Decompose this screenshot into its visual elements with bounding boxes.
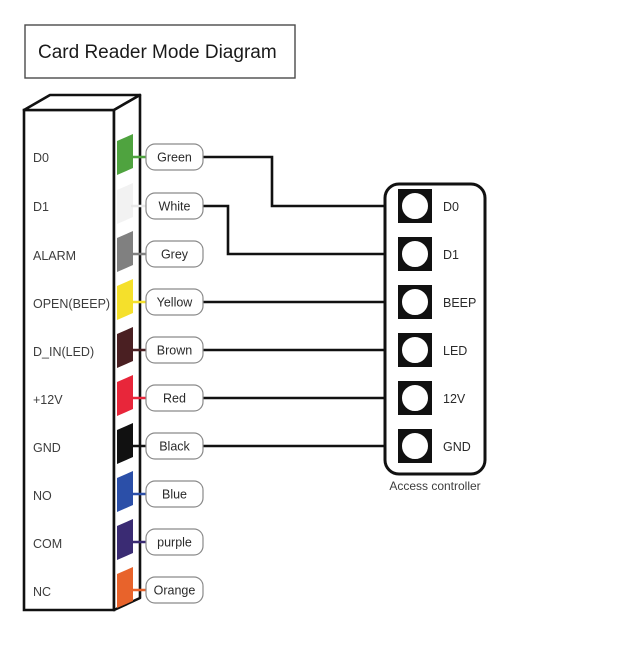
pin-label-d0: D0 — [33, 151, 49, 165]
pin-label-gnd: GND — [33, 441, 61, 455]
pill-label-green: Green — [157, 151, 192, 165]
access-controller-caption: Access controller — [389, 479, 480, 493]
pill-blue[interactable]: Blue — [145, 480, 204, 508]
pin-label-d-in-led: D_IN(LED) — [33, 345, 94, 359]
pin-label-alarm: ALARM — [33, 249, 76, 263]
wire-color-pills: Green White Grey Yellow Brown Red Black … — [145, 143, 204, 604]
terminal-label-d1: D1 — [443, 248, 459, 262]
terminal-label-d0: D0 — [443, 200, 459, 214]
wire-swatch-green — [117, 134, 133, 175]
pill-label-blue: Blue — [162, 488, 187, 502]
pill-orange[interactable]: Orange — [145, 576, 204, 604]
wire-swatch-white — [117, 183, 133, 224]
pill-yellow[interactable]: Yellow — [145, 288, 204, 316]
pill-brown[interactable]: Brown — [145, 336, 204, 364]
terminal-label-12v: 12V — [443, 392, 466, 406]
pin-label-com: COM — [33, 537, 62, 551]
pill-black[interactable]: Black — [145, 432, 204, 460]
pin-label-no: NO — [33, 489, 52, 503]
wire-swatch-blue — [117, 471, 133, 512]
pill-green[interactable]: Green — [145, 143, 204, 171]
terminal-label-beep: BEEP — [443, 296, 476, 310]
page-title: Card Reader Mode Diagram — [38, 42, 277, 63]
connection-wires — [202, 155, 386, 448]
pill-purple[interactable]: purple — [145, 528, 204, 556]
pill-label-grey: Grey — [161, 248, 189, 262]
pin-label-d1: D1 — [33, 200, 49, 214]
wire-swatch-orange — [117, 567, 133, 608]
wire-swatch-black — [117, 423, 133, 464]
wire-swatch-red — [117, 375, 133, 416]
diagram-canvas: Card Reader Mode Diagram D0 D1 ALARM OPE… — [0, 0, 643, 658]
pill-red[interactable]: Red — [145, 384, 204, 412]
pill-label-purple: purple — [157, 536, 192, 550]
pin-label-12v: +12V — [33, 393, 63, 407]
wire-white-to-d1 — [202, 204, 386, 256]
pill-white[interactable]: White — [145, 192, 204, 220]
terminal-label-gnd: GND — [443, 440, 471, 454]
pill-label-brown: Brown — [157, 344, 192, 358]
wire-swatch-grey — [117, 231, 133, 272]
pin-label-open-beep: OPEN(BEEP) — [33, 297, 110, 311]
pill-label-white: White — [159, 200, 191, 214]
wire-swatch-yellow — [117, 279, 133, 320]
access-controller: D0 D1 BEEP LED 12V GND Access controller — [383, 182, 487, 493]
pin-label-nc: NC — [33, 585, 51, 599]
pill-label-red: Red — [163, 392, 186, 406]
card-reader-mode-diagram: Card Reader Mode Diagram D0 D1 ALARM OPE… — [22, 24, 487, 612]
pill-grey[interactable]: Grey — [145, 240, 204, 268]
pill-label-yellow: Yellow — [157, 296, 194, 310]
pill-label-orange: Orange — [154, 584, 196, 598]
wire-swatch-brown — [117, 327, 133, 368]
pill-label-black: Black — [159, 440, 190, 454]
title-box: Card Reader Mode Diagram — [24, 24, 296, 79]
terminal-label-led: LED — [443, 344, 467, 358]
wire-green-to-d0 — [202, 155, 386, 208]
wire-swatch-purple — [117, 519, 133, 560]
